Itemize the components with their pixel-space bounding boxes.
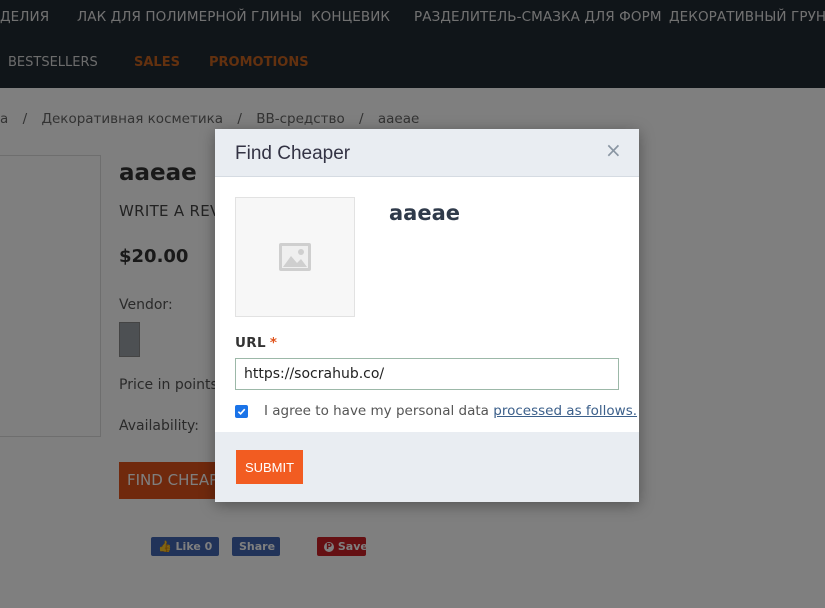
modal-header: Find Cheaper × <box>215 129 639 177</box>
agree-checkbox[interactable] <box>235 405 248 418</box>
modal-product-name: aaeae <box>389 201 460 225</box>
submit-button[interactable]: Submit <box>236 450 303 484</box>
privacy-policy-link[interactable]: processed as follows. <box>493 403 637 419</box>
find-cheaper-modal: Find Cheaper × aaeae URL* I agree to hav… <box>215 129 639 502</box>
agree-label: I agree to have my personal data <box>264 403 489 419</box>
modal-footer: Submit <box>215 432 639 502</box>
image-placeholder-icon <box>279 243 311 271</box>
url-label: URL * <box>235 335 277 351</box>
checkmark-icon <box>237 408 246 416</box>
agree-text: I agree to have my personal data process… <box>264 403 637 419</box>
url-label-text: URL <box>235 335 266 351</box>
product-thumbnail <box>235 197 355 317</box>
url-input[interactable] <box>235 358 619 390</box>
close-icon[interactable]: × <box>605 140 622 160</box>
required-marker: * <box>269 335 278 351</box>
modal-title: Find Cheaper <box>235 143 351 164</box>
